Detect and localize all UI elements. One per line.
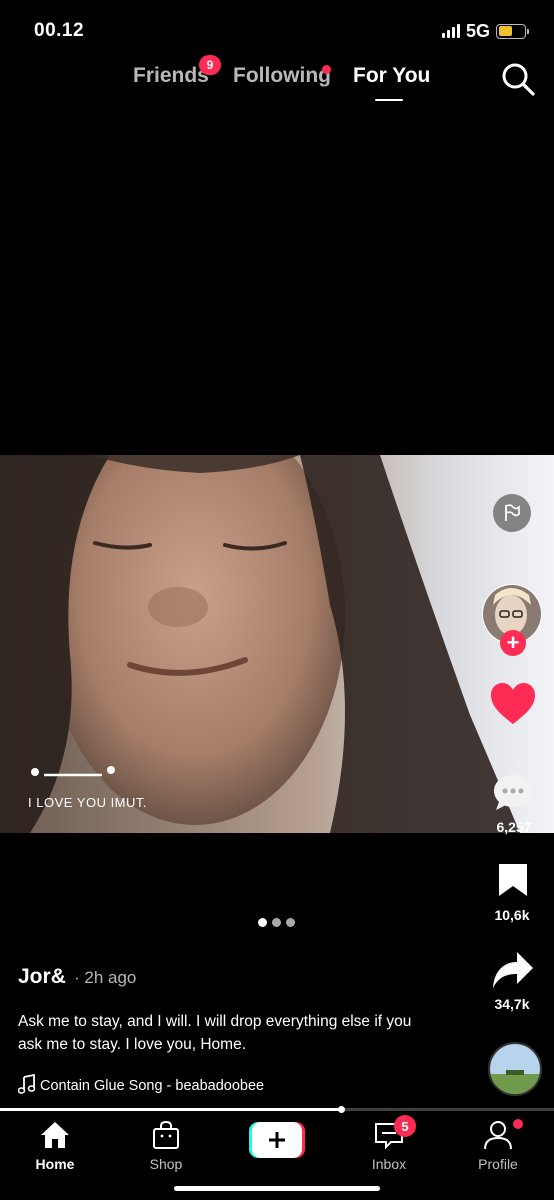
music-disc[interactable] bbox=[488, 1042, 542, 1096]
create-button[interactable] bbox=[249, 1122, 305, 1158]
status-time: 00.12 bbox=[34, 20, 85, 41]
nav-inbox[interactable]: Inbox bbox=[349, 1118, 429, 1172]
tab-friends[interactable]: Friends bbox=[133, 64, 209, 88]
progress-fill bbox=[0, 1108, 341, 1111]
bookmark-icon[interactable] bbox=[496, 862, 530, 898]
profile-notification-dot bbox=[513, 1119, 523, 1129]
nav-home[interactable]: Home bbox=[15, 1118, 95, 1172]
decorative-line bbox=[31, 766, 115, 777]
inbox-badge: 5 bbox=[394, 1115, 416, 1137]
shop-icon bbox=[153, 1120, 179, 1149]
bookmark-count: 10,6k bbox=[494, 907, 530, 923]
page-dot bbox=[258, 918, 267, 927]
post-description[interactable]: Ask me to stay, and I will. I will drop … bbox=[18, 1010, 418, 1056]
share-count: 34,7k bbox=[494, 996, 530, 1012]
nav-profile-label: Profile bbox=[478, 1156, 518, 1172]
share-icon[interactable] bbox=[491, 950, 535, 990]
comment-icon[interactable] bbox=[492, 773, 534, 813]
network-type: 5G bbox=[465, 20, 490, 41]
signal-icon bbox=[441, 24, 460, 38]
sound-name[interactable]: Contain Glue Song - beabadoobee bbox=[40, 1078, 264, 1094]
page-dot bbox=[272, 918, 281, 927]
nav-profile[interactable]: Profile bbox=[458, 1118, 538, 1172]
follow-plus-button[interactable]: + bbox=[500, 630, 526, 656]
heart-icon[interactable] bbox=[490, 682, 536, 726]
profile-icon bbox=[484, 1121, 512, 1150]
home-icon bbox=[41, 1122, 69, 1148]
following-new-dot bbox=[322, 65, 331, 74]
tab-for-you[interactable]: For You bbox=[353, 64, 430, 88]
progress-handle[interactable] bbox=[337, 1106, 345, 1113]
status-indicators: 5G bbox=[441, 20, 529, 42]
report-button[interactable] bbox=[493, 494, 531, 532]
video-overlay-text: I LOVE YOU IMUT. bbox=[28, 795, 148, 810]
friends-badge: 9 bbox=[199, 55, 221, 75]
nav-shop[interactable]: Shop bbox=[126, 1118, 206, 1172]
battery-icon bbox=[496, 23, 529, 39]
nav-inbox-label: Inbox bbox=[371, 1156, 407, 1172]
home-indicator[interactable] bbox=[174, 1186, 380, 1191]
comment-count: 6,257 bbox=[496, 819, 532, 835]
tab-following[interactable]: Following bbox=[233, 64, 331, 88]
nav-home-label: Home bbox=[35, 1156, 75, 1172]
nav-shop-label: Shop bbox=[149, 1156, 183, 1172]
video-progress-bar[interactable] bbox=[0, 1106, 554, 1113]
search-icon[interactable] bbox=[501, 62, 535, 96]
creator-username[interactable]: Jor& bbox=[18, 965, 66, 989]
post-time: · 2h ago bbox=[74, 968, 137, 987]
page-dot bbox=[286, 918, 295, 927]
sound-thumbnail bbox=[490, 1044, 540, 1094]
active-tab-indicator bbox=[375, 99, 403, 101]
music-note-icon bbox=[18, 1074, 36, 1094]
flag-icon bbox=[505, 504, 520, 521]
